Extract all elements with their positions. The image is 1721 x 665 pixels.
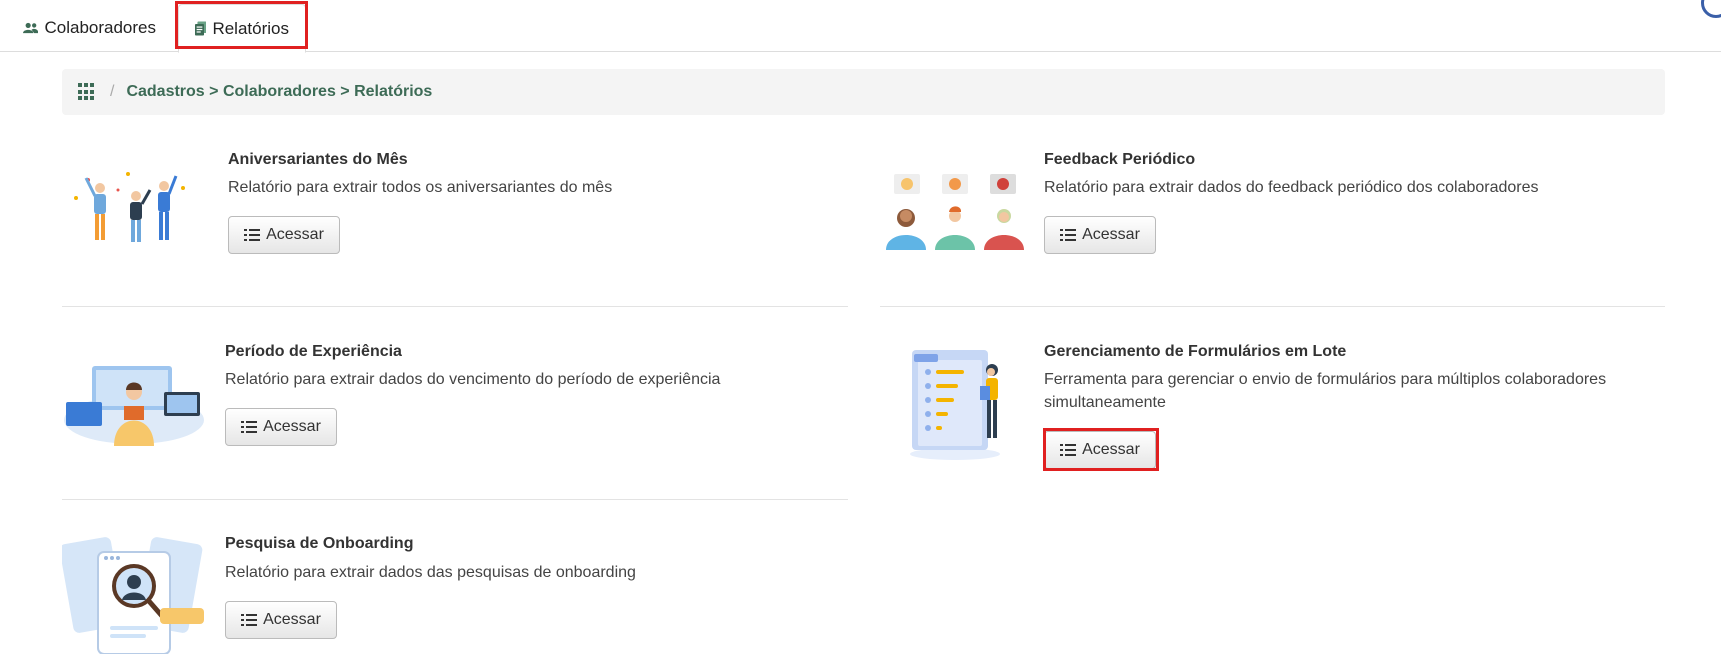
report-description: Relatório para extrair todos os aniversa… xyxy=(228,179,613,196)
report-description: Ferramenta para gerenciar o envio de for… xyxy=(1044,371,1607,411)
tab-relatorios-label: Relatórios xyxy=(212,18,289,38)
divider xyxy=(62,499,848,500)
list-icon xyxy=(244,229,261,241)
button-label: Acessar xyxy=(263,611,321,628)
form-rating-illustration xyxy=(910,350,1000,460)
apps-grid-icon[interactable] xyxy=(78,83,96,101)
list-icon xyxy=(1060,229,1077,241)
breadcrumb-separator: / xyxy=(110,83,115,100)
search-profile-illustration xyxy=(62,537,204,654)
tab-colaboradores-label: Colaboradores xyxy=(44,18,156,37)
report-icon xyxy=(195,21,207,36)
report-title: Pesquisa de Onboarding xyxy=(225,535,414,552)
report-title: Aniversariantes do Mês xyxy=(228,151,408,168)
report-title: Período de Experiência xyxy=(225,343,402,360)
report-title: Feedback Periódico xyxy=(1044,151,1196,168)
acessar-experiencia-button[interactable]: Acessar xyxy=(225,408,337,446)
divider xyxy=(880,306,1665,307)
report-title: Gerenciamento de Formulários em Lote xyxy=(1044,343,1347,360)
button-label: Acessar xyxy=(1082,441,1140,458)
button-label: Acessar xyxy=(1082,226,1140,243)
breadcrumb-path[interactable]: Cadastros > Colaboradores > Relatórios xyxy=(126,83,432,101)
feedback-illustration xyxy=(886,174,1024,250)
button-label: Acessar xyxy=(263,418,321,435)
acessar-onboarding-button[interactable]: Acessar xyxy=(225,601,337,639)
acessar-formularios-button[interactable]: Acessar xyxy=(1044,431,1156,469)
user-avatar[interactable] xyxy=(1701,0,1721,18)
tab-colaboradores[interactable]: Colaboradores xyxy=(7,4,172,52)
acessar-aniversariantes-button[interactable]: Acessar xyxy=(228,216,340,254)
report-description: Relatório para extrair dados do vencimen… xyxy=(225,371,721,388)
breadcrumb: / Cadastros > Colaboradores > Relatórios xyxy=(62,69,1665,115)
workstation-illustration xyxy=(64,366,204,446)
list-icon xyxy=(241,614,258,626)
users-icon xyxy=(23,22,39,34)
list-icon xyxy=(1060,444,1077,456)
tab-bar: Colaboradores Relatórios xyxy=(0,0,1721,53)
button-label: Acessar xyxy=(266,226,324,243)
tab-relatorios[interactable]: Relatórios xyxy=(178,4,306,53)
celebration-illustration xyxy=(74,172,185,242)
acessar-feedback-button[interactable]: Acessar xyxy=(1044,216,1156,254)
divider xyxy=(62,306,848,307)
list-icon xyxy=(241,421,258,433)
report-description: Relatório para extrair dados do feedback… xyxy=(1044,179,1539,196)
report-description: Relatório para extrair dados das pesquis… xyxy=(225,564,636,581)
